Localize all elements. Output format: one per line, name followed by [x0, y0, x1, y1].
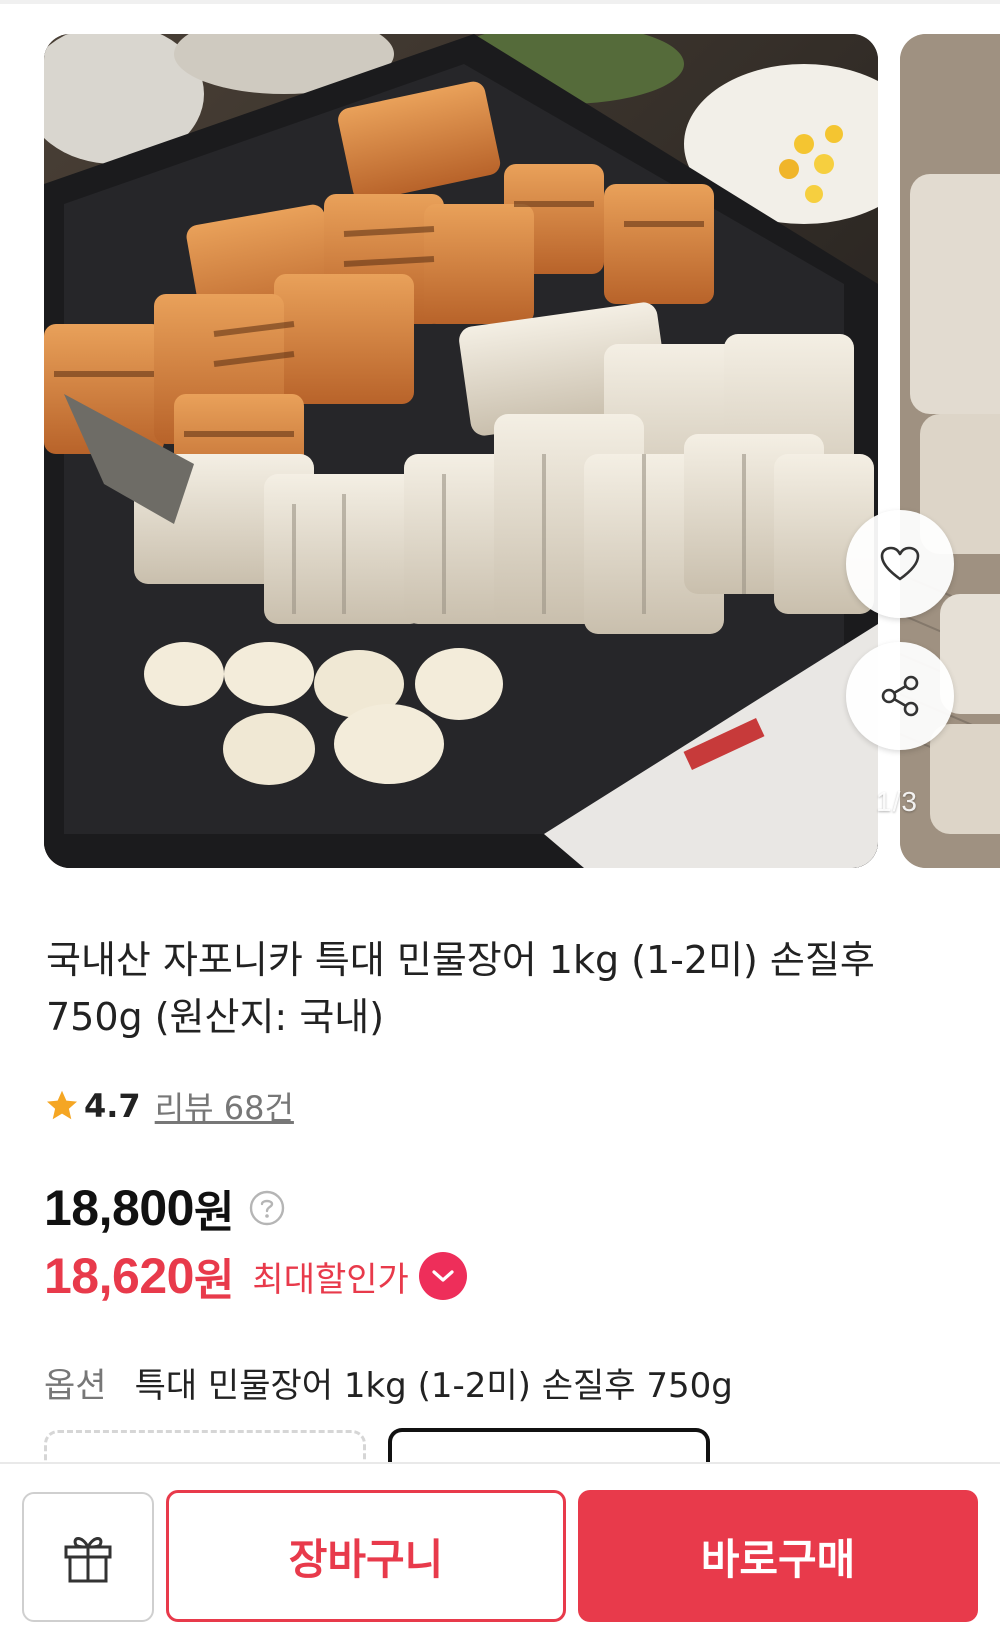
rating-value: 4.7 [84, 1087, 141, 1125]
original-price-unit: 원 [193, 1187, 235, 1238]
heart-icon [880, 546, 920, 581]
question-circle-icon[interactable] [248, 1189, 286, 1227]
image-carousel[interactable]: 1/3 [0, 34, 1000, 870]
option-label: 옵션 [44, 1366, 107, 1406]
original-price: 18,800 [44, 1180, 194, 1236]
option-row: 옵션 특대 민물장어 1kg (1-2미) 손질후 750g [44, 1358, 733, 1407]
sale-price-unit: 원 [193, 1255, 235, 1306]
gift-button[interactable] [22, 1492, 154, 1622]
product-title: 국내산 자포니카 특대 민물장어 1kg (1-2미) 손질후 750g (원산… [46, 938, 875, 1039]
grilled-eel-photo [44, 34, 878, 868]
gift-icon [64, 1537, 112, 1583]
product-image-main[interactable] [44, 34, 878, 868]
sale-price: 18,620 [44, 1248, 194, 1304]
discount-expand-button[interactable] [418, 1252, 467, 1300]
like-button[interactable] [846, 510, 954, 618]
sale-price-row: 18,620 원 최대할인가 [44, 1244, 467, 1308]
chevron-down-icon [432, 1270, 454, 1282]
star-icon [47, 1090, 77, 1120]
add-to-cart-button[interactable]: 장바구니 [166, 1490, 566, 1622]
top-divider [0, 0, 1000, 4]
review-count-link[interactable]: 리뷰 68건 [155, 1083, 294, 1129]
share-button[interactable] [846, 642, 954, 750]
carousel-counter: 1/3 [876, 786, 918, 817]
share-icon [881, 675, 919, 717]
rating-row: 4.7 리뷰 68건 [44, 1083, 294, 1129]
option-value: 특대 민물장어 1kg (1-2미) 손질후 750g [134, 1366, 733, 1406]
original-price-row: 18,800 원 [44, 1176, 286, 1240]
max-discount-label[interactable]: 최대할인가 [252, 1252, 408, 1301]
buy-now-button[interactable]: 바로구매 [578, 1490, 978, 1622]
bottom-action-bar: 장바구니 바로구매 [0, 1462, 1000, 1628]
